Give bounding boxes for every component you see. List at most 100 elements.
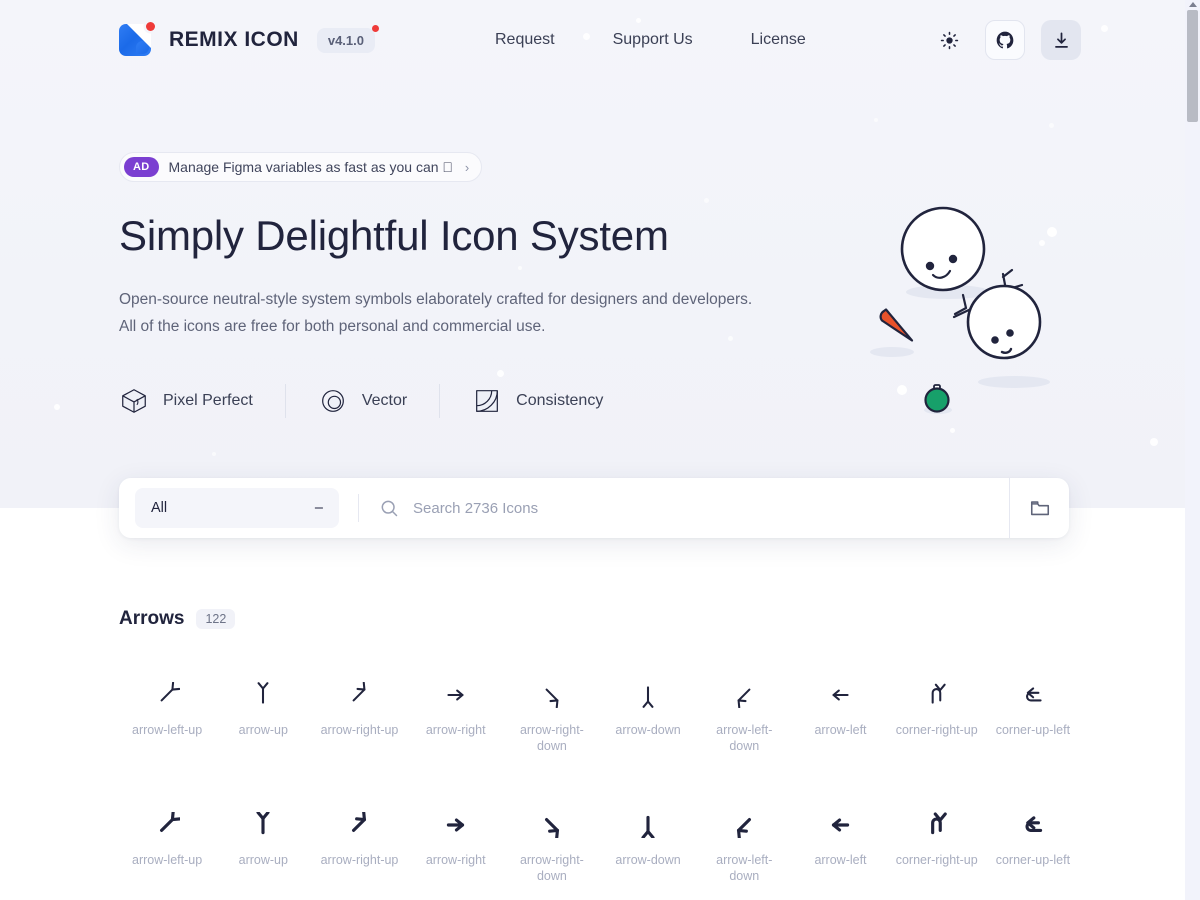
icon-cell[interactable]: arrow-right-up [311, 800, 407, 890]
icon-cell[interactable]: arrow-left-down [696, 800, 792, 890]
icon-cell[interactable]: arrow-left-up [119, 800, 215, 890]
arrow-right-down-icon [545, 688, 559, 708]
arrow-left-up-glyph [152, 810, 182, 840]
nav-item-support-us[interactable]: Support Us [613, 31, 693, 49]
search-bar: All – [119, 478, 1069, 538]
ad-badge: AD [124, 157, 159, 177]
icon-cell[interactable]: arrow-left-up [119, 670, 215, 760]
hero-subtitle: Open-source neutral-style system symbols… [119, 286, 1081, 340]
hero-section: REMIX ICON v4.1.0 Request Support Us Lic… [0, 0, 1200, 508]
icon-label: arrow-right [425, 853, 486, 867]
icon-cell[interactable]: corner-right-up [889, 800, 985, 890]
icon-cell[interactable]: arrow-left-down [696, 670, 792, 760]
icon-cell[interactable]: arrow-up [215, 670, 311, 760]
arrow-down-icon [641, 815, 655, 838]
arrow-down-icon [642, 686, 654, 708]
corner-right-up-glyph [922, 680, 952, 710]
scroll-up-arrow-icon[interactable] [1189, 2, 1197, 7]
icon-grid-line-style: arrow-left-up arrow-up arrow-right-up arrow… [119, 670, 1081, 760]
icon-cell[interactable]: arrow-down [600, 800, 696, 890]
arrow-left-icon [832, 818, 850, 832]
hero-content: AD Manage Figma variables as fast as you… [0, 80, 1200, 418]
arrow-up-glyph [248, 810, 278, 840]
remix-icon-logo-icon [119, 22, 155, 58]
arrow-right-glyph [441, 810, 471, 840]
github-icon [996, 31, 1014, 49]
icon-label: corner-right-up [895, 853, 978, 867]
search-input[interactable] [413, 499, 989, 517]
category-select-marker-icon: – [314, 500, 323, 516]
page-root: REMIX ICON v4.1.0 Request Support Us Lic… [0, 0, 1200, 900]
github-link-button[interactable] [985, 20, 1025, 60]
theme-toggle-button[interactable] [929, 20, 969, 60]
feature-divider [439, 384, 441, 418]
corner-up-left-icon [1025, 687, 1042, 702]
arrow-up-icon [257, 682, 269, 704]
arrow-right-up-icon [353, 682, 366, 702]
search-field [359, 498, 1009, 518]
arrow-right-glyph [441, 680, 471, 710]
icon-label: corner-up-left [995, 853, 1071, 867]
icon-cell[interactable]: corner-up-left [985, 800, 1081, 890]
arrow-left-down-icon [737, 818, 752, 838]
brand-logo[interactable]: REMIX ICON [119, 22, 299, 58]
brand-name: REMIX ICON [169, 28, 299, 51]
icon-label: arrow-left-up [132, 723, 203, 737]
category-select[interactable]: All – [135, 488, 339, 528]
icon-cell[interactable]: arrow-left [792, 800, 888, 890]
icon-label: arrow-right-down [519, 853, 584, 883]
icon-label: arrow-left [814, 723, 867, 737]
icon-label: arrow-down [615, 853, 681, 867]
version-badge-wrap[interactable]: v4.1.0 [316, 24, 379, 53]
icon-library: Arrows 122 arrow-left-up arrow-up arrow-ri… [0, 508, 1200, 890]
category-select-value: All [151, 500, 168, 516]
icon-label: corner-right-up [895, 723, 978, 737]
arrow-right-up-icon [352, 812, 367, 832]
feature-pixel-perfect: Pixel Perfect [119, 386, 253, 416]
icon-cell[interactable]: arrow-left [792, 670, 888, 760]
version-update-dot-icon [372, 24, 379, 32]
icon-cell[interactable]: arrow-right-down [504, 800, 600, 890]
page-scrollbar[interactable] [1185, 0, 1200, 900]
icon-cell[interactable]: arrow-right [408, 670, 504, 760]
section-title: Arrows [119, 608, 185, 629]
arrow-left-glyph [825, 810, 855, 840]
icon-label: arrow-right-up [320, 723, 399, 737]
icon-label: arrow-up [238, 853, 288, 867]
icon-label: arrow-left-down [716, 723, 773, 753]
arrow-left-up-glyph [152, 680, 182, 710]
arrow-down-glyph [633, 810, 663, 840]
scrollbar-thumb[interactable] [1187, 10, 1198, 122]
feature-consistency: Consistency [472, 386, 603, 416]
feature-vector: Vector [318, 386, 407, 416]
corner-up-left-icon [1025, 816, 1043, 832]
arrow-left-up-icon [160, 682, 181, 702]
icon-cell[interactable]: arrow-up [215, 800, 311, 890]
nav-item-request[interactable]: Request [495, 31, 555, 49]
open-folder-button[interactable] [1009, 478, 1069, 538]
icon-cell[interactable]: arrow-right [408, 800, 504, 890]
folder-icon [1030, 501, 1049, 516]
icon-cell[interactable]: corner-up-left [985, 670, 1081, 760]
main-navigation: Request Support Us License [495, 31, 806, 49]
download-button[interactable] [1041, 20, 1081, 60]
icon-label: arrow-left-up [132, 853, 203, 867]
arrow-right-up-glyph [344, 680, 374, 710]
icon-label: arrow-left-down [716, 853, 773, 883]
icon-cell[interactable]: arrow-right-down [504, 670, 600, 760]
download-icon [1054, 32, 1068, 48]
icon-cell[interactable]: arrow-right-up [311, 670, 407, 760]
icon-grid-fill-style: arrow-left-up arrow-up arrow-right-up arrow… [119, 800, 1081, 890]
nav-item-license[interactable]: License [751, 31, 806, 49]
arrow-right-down-glyph [537, 810, 567, 840]
icon-cell[interactable]: arrow-down [600, 670, 696, 760]
arrow-left-down-glyph [729, 680, 759, 710]
arrow-up-glyph [248, 680, 278, 710]
icon-label: arrow-down [615, 723, 681, 737]
corner-up-left-glyph [1018, 680, 1048, 710]
arrow-right-icon [446, 818, 464, 832]
icon-cell[interactable]: corner-right-up [889, 670, 985, 760]
cube-icon [122, 389, 146, 413]
ad-banner[interactable]: AD Manage Figma variables as fast as you… [119, 152, 483, 182]
header-tools [929, 20, 1081, 60]
